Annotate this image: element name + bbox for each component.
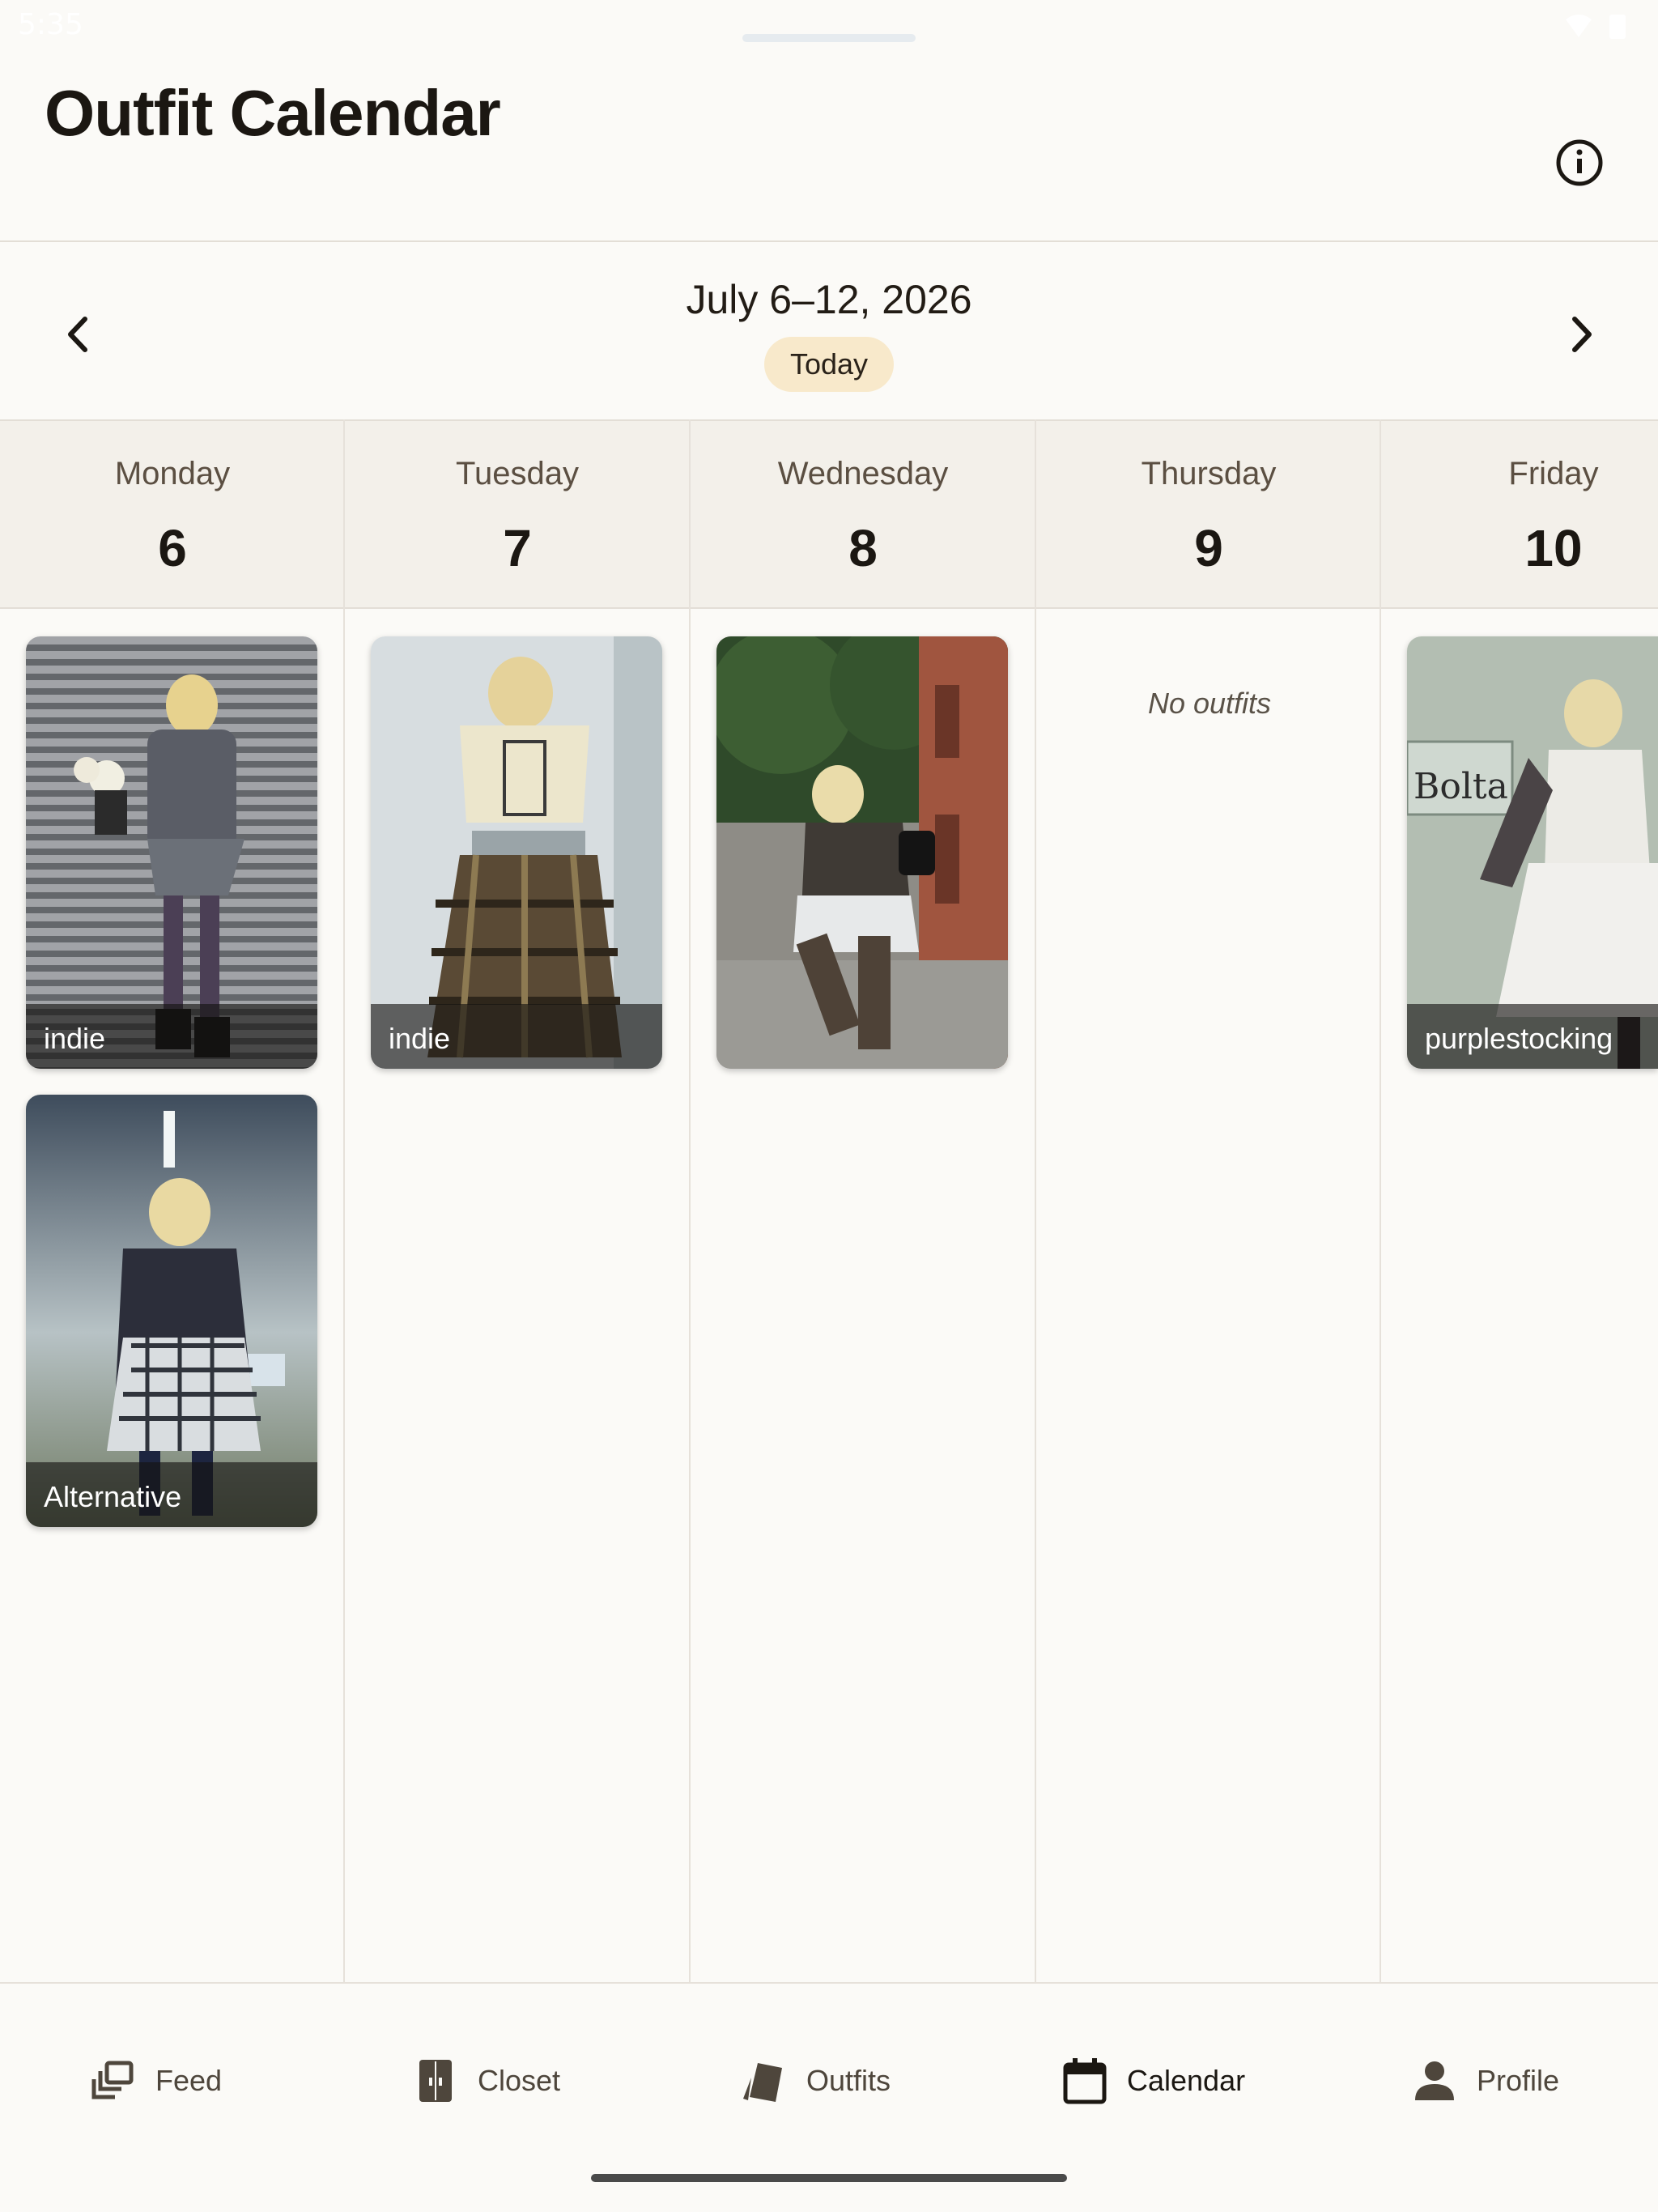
day-name: Monday — [114, 456, 231, 491]
wifi-icon — [1566, 15, 1592, 37]
info-icon[interactable] — [1553, 136, 1606, 189]
day-header-monday[interactable]: Monday 6 — [0, 421, 345, 609]
column-divider — [1035, 419, 1036, 1984]
profile-icon — [1415, 2061, 1454, 2100]
status-time: 5:35 — [18, 8, 83, 41]
nav-label: Outfits — [806, 2064, 891, 2097]
days-header: Monday 6 Tuesday 7 Wednesday 8 Thursday … — [0, 419, 1658, 609]
sign-text: Bolta — [1414, 766, 1508, 807]
day-header-wednesday[interactable]: Wednesday 8 — [691, 421, 1035, 609]
outfit-card[interactable]: indie — [371, 636, 662, 1069]
day-number: 9 — [1194, 519, 1223, 577]
day-name: Friday — [1508, 456, 1599, 491]
outfit-tag: Alternative — [26, 1462, 317, 1527]
calendar-icon — [1063, 2058, 1107, 2104]
day-header-friday[interactable]: Friday 10 — [1381, 421, 1658, 609]
day-name: Wednesday — [777, 456, 949, 491]
column-divider — [1380, 419, 1381, 1984]
battery-icon — [1609, 15, 1626, 39]
day-name: Thursday — [1141, 456, 1277, 491]
nav-calendar[interactable]: Calendar — [1061, 2048, 1245, 2113]
closet-icon — [419, 2060, 452, 2102]
outfit-card[interactable] — [716, 636, 1008, 1069]
day-name: Tuesday — [456, 456, 579, 491]
chevron-left-icon — [68, 317, 87, 352]
nav-profile[interactable]: Profile — [1410, 2048, 1559, 2113]
day-header-thursday[interactable]: Thursday 9 — [1036, 421, 1381, 609]
outfit-card[interactable]: Alternative — [26, 1095, 317, 1527]
outfits-icon — [743, 2063, 782, 2102]
drag-handle[interactable] — [742, 34, 916, 42]
nav-outfits[interactable]: Outfits — [740, 2048, 891, 2113]
outfit-photo — [716, 636, 1008, 1069]
nav-label: Feed — [155, 2064, 223, 2097]
column-divider — [689, 419, 691, 1984]
day-number: 6 — [158, 519, 187, 577]
nav-closet[interactable]: Closet — [411, 2048, 560, 2113]
day-number: 10 — [1524, 519, 1583, 577]
outfit-card[interactable]: Bolta purplestocking — [1407, 636, 1658, 1069]
today-button[interactable]: Today — [764, 337, 894, 392]
outfit-tag: indie — [371, 1004, 662, 1069]
week-range: July 6–12, 2026 — [686, 277, 972, 322]
status-icons — [1566, 15, 1626, 39]
header-divider — [0, 240, 1658, 242]
home-indicator[interactable] — [591, 2174, 1067, 2182]
outfit-card[interactable]: indie — [26, 636, 317, 1069]
no-outfits-message: No outfits — [1147, 687, 1272, 720]
feed-icon — [91, 2061, 134, 2099]
nav-label: Closet — [478, 2064, 561, 2097]
nav-label: Calendar — [1127, 2064, 1246, 2097]
outfit-tag: indie — [26, 1004, 317, 1069]
outfit-tag: purplestocking — [1407, 1004, 1658, 1069]
day-number: 7 — [503, 519, 532, 577]
chevron-right-icon — [1572, 317, 1592, 352]
day-number: 8 — [848, 519, 878, 577]
day-header-tuesday[interactable]: Tuesday 7 — [345, 421, 690, 609]
page-title: Outfit Calendar — [45, 77, 501, 149]
next-week-button[interactable] — [1553, 306, 1609, 363]
column-divider — [343, 419, 345, 1984]
nav-label: Profile — [1477, 2064, 1560, 2097]
nav-feed[interactable]: Feed — [89, 2048, 222, 2113]
